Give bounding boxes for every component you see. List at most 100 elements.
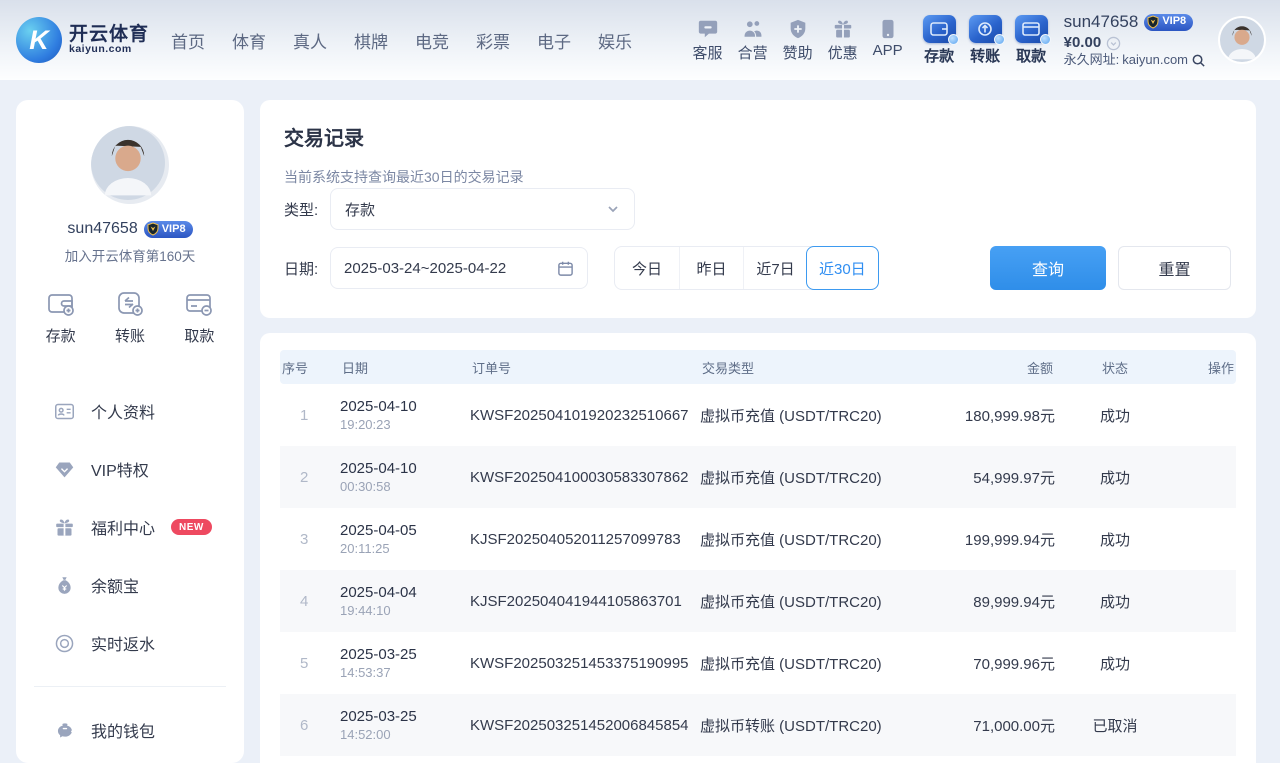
cell-transaction-type: 虚拟币充值 (USDT/TRC20)	[700, 467, 940, 488]
deposit-button-top[interactable]: 存款	[923, 15, 956, 66]
table-row: 2 2025-04-10 00:30:58 KWSF20250410003058…	[280, 446, 1236, 508]
sidebar-divider	[34, 686, 226, 687]
cell-date: 2025-03-25 14:52:00	[340, 708, 470, 742]
nav-sports[interactable]: 体育	[232, 28, 266, 53]
new-badge: NEW	[171, 519, 212, 535]
partners-icon	[742, 18, 764, 40]
cell-order-number: KWSF202503251452006845854	[470, 717, 700, 734]
cell-amount: 54,999.97元	[940, 467, 1055, 488]
header-action: 操作	[1175, 358, 1236, 377]
logo-k-icon: K	[16, 17, 62, 63]
transactions-table-card: 序号 日期 订单号 交易类型 金额 状态 操作 1 2025-04-10 19:…	[260, 333, 1256, 763]
sidebar-item-profile[interactable]: 个人资料	[16, 382, 244, 440]
customer-service-button[interactable]: 客服	[693, 18, 723, 63]
cell-status: 成功	[1055, 467, 1175, 488]
nav-entertainment[interactable]: 娱乐	[598, 28, 632, 53]
range-yesterday-button[interactable]: 昨日	[679, 247, 743, 289]
sidebar: sun47658 VIP8 加入开云体育第160天 存款 转账 取款 个人资料 …	[16, 100, 244, 763]
header-order: 订单号	[470, 358, 700, 377]
avatar[interactable]	[1218, 16, 1266, 64]
wallet-outline-icon	[46, 289, 76, 319]
username: sun47658	[1064, 11, 1139, 32]
cell-transaction-type: 虚拟币充值 (USDT/TRC20)	[700, 405, 940, 426]
cell-amount: 199,999.94元	[940, 529, 1055, 550]
profile-avatar[interactable]	[91, 126, 169, 204]
transfer-button-top[interactable]: 转账	[969, 15, 1002, 66]
gift-icon	[832, 18, 854, 40]
sidebar-username: sun47658	[67, 220, 137, 238]
range-today-button[interactable]: 今日	[615, 247, 679, 289]
sidebar-transfer-button[interactable]: 转账	[115, 289, 145, 346]
cell-order-number: KJSF202504052011257099783	[470, 531, 700, 548]
chevron-down-icon	[606, 202, 620, 216]
main-nav: 首页 体育 真人 棋牌 电竞 彩票 电子 娱乐	[171, 28, 632, 53]
gift-box-icon	[54, 517, 75, 538]
nav-live[interactable]: 真人	[293, 28, 327, 53]
coin-icon	[54, 633, 75, 654]
deposit-wallet-icon	[923, 15, 956, 43]
withdraw-card-icon	[1015, 15, 1048, 43]
header-type: 交易类型	[700, 358, 940, 377]
cell-status: 已取消	[1055, 715, 1175, 736]
vip-shield-icon	[1146, 15, 1160, 29]
transfer-outline-icon	[115, 289, 145, 319]
nav-lottery[interactable]: 彩票	[476, 28, 510, 53]
withdraw-button-top[interactable]: 取款	[1015, 15, 1048, 66]
table-row: 1 2025-04-10 19:20:23 KWSF20250410192023…	[280, 384, 1236, 446]
type-label: 类型:	[284, 199, 330, 220]
sidebar-quick-actions: 存款 转账 取款	[26, 289, 234, 346]
sidebar-withdraw-button[interactable]: 取款	[184, 289, 214, 346]
cell-transaction-type: 虚拟币充值 (USDT/TRC20)	[700, 653, 940, 674]
sponsor-badge-icon	[787, 18, 809, 40]
card-outline-icon	[184, 289, 214, 319]
vip-shield-icon	[146, 222, 160, 236]
permanent-url: kaiyun.com	[1122, 52, 1188, 68]
calendar-icon	[557, 260, 574, 277]
chat-icon	[697, 18, 719, 40]
table-body: 1 2025-04-10 19:20:23 KWSF20250410192023…	[280, 384, 1236, 756]
table-row: 4 2025-04-04 19:44:10 KJSF20250404194410…	[280, 570, 1236, 632]
cell-order-number: KWSF202503251453375190995	[470, 655, 700, 672]
type-select[interactable]: 存款	[330, 188, 635, 230]
sponsor-button[interactable]: 赞助	[783, 18, 813, 63]
balance-refresh-icon[interactable]	[1106, 36, 1121, 51]
header-seq: 序号	[280, 358, 340, 377]
cell-status: 成功	[1055, 405, 1175, 426]
header-date: 日期	[340, 358, 470, 377]
range-30days-button[interactable]: 近30日	[806, 246, 879, 290]
vip-badge[interactable]: VIP8	[1144, 14, 1193, 31]
cell-seq: 5	[280, 655, 340, 672]
sidebar-vip-badge[interactable]: VIP8	[144, 221, 193, 238]
sidebar-item-vip[interactable]: VIP特权	[16, 440, 244, 498]
sidebar-menu: 个人资料 VIP特权 福利中心 NEW 余额宝 实时返水 我的钱包 交易记录	[16, 382, 244, 763]
reset-button[interactable]: 重置	[1118, 246, 1231, 290]
cell-transaction-type: 虚拟币充值 (USDT/TRC20)	[700, 591, 940, 612]
cell-seq: 3	[280, 531, 340, 548]
brand-name: 开云体育	[69, 25, 149, 45]
nav-slots[interactable]: 电子	[537, 28, 571, 53]
sidebar-item-yuebao[interactable]: 余额宝	[16, 556, 244, 614]
search-button[interactable]: 查询	[990, 246, 1106, 290]
cell-date: 2025-04-10 00:30:58	[340, 460, 470, 494]
app-download-button[interactable]: APP	[873, 18, 903, 63]
nav-chess[interactable]: 棋牌	[354, 28, 388, 53]
promotions-button[interactable]: 优惠	[828, 18, 858, 63]
sidebar-item-welfare[interactable]: 福利中心 NEW	[16, 498, 244, 556]
search-icon[interactable]	[1191, 53, 1206, 68]
sidebar-item-wallet[interactable]: 我的钱包	[16, 701, 244, 759]
user-info-block: sun47658 VIP8 ¥0.00 永久网址: kaiyun.com	[1064, 11, 1206, 68]
cell-amount: 89,999.94元	[940, 591, 1055, 612]
header-status: 状态	[1055, 358, 1175, 377]
site-logo[interactable]: K 开云体育 kaiyun.com	[16, 17, 149, 63]
phone-icon	[877, 18, 899, 40]
date-range-input[interactable]: 2025-03-24~2025-04-22	[330, 247, 588, 289]
range-7days-button[interactable]: 近7日	[743, 247, 807, 289]
nav-home[interactable]: 首页	[171, 28, 205, 53]
cell-seq: 2	[280, 469, 340, 486]
nav-esports[interactable]: 电竞	[415, 28, 449, 53]
sidebar-item-rebate[interactable]: 实时返水	[16, 614, 244, 672]
money-pouch-icon	[54, 575, 75, 596]
sidebar-deposit-button[interactable]: 存款	[46, 289, 76, 346]
partners-button[interactable]: 合营	[738, 18, 768, 63]
table-header: 序号 日期 订单号 交易类型 金额 状态 操作	[280, 350, 1236, 384]
